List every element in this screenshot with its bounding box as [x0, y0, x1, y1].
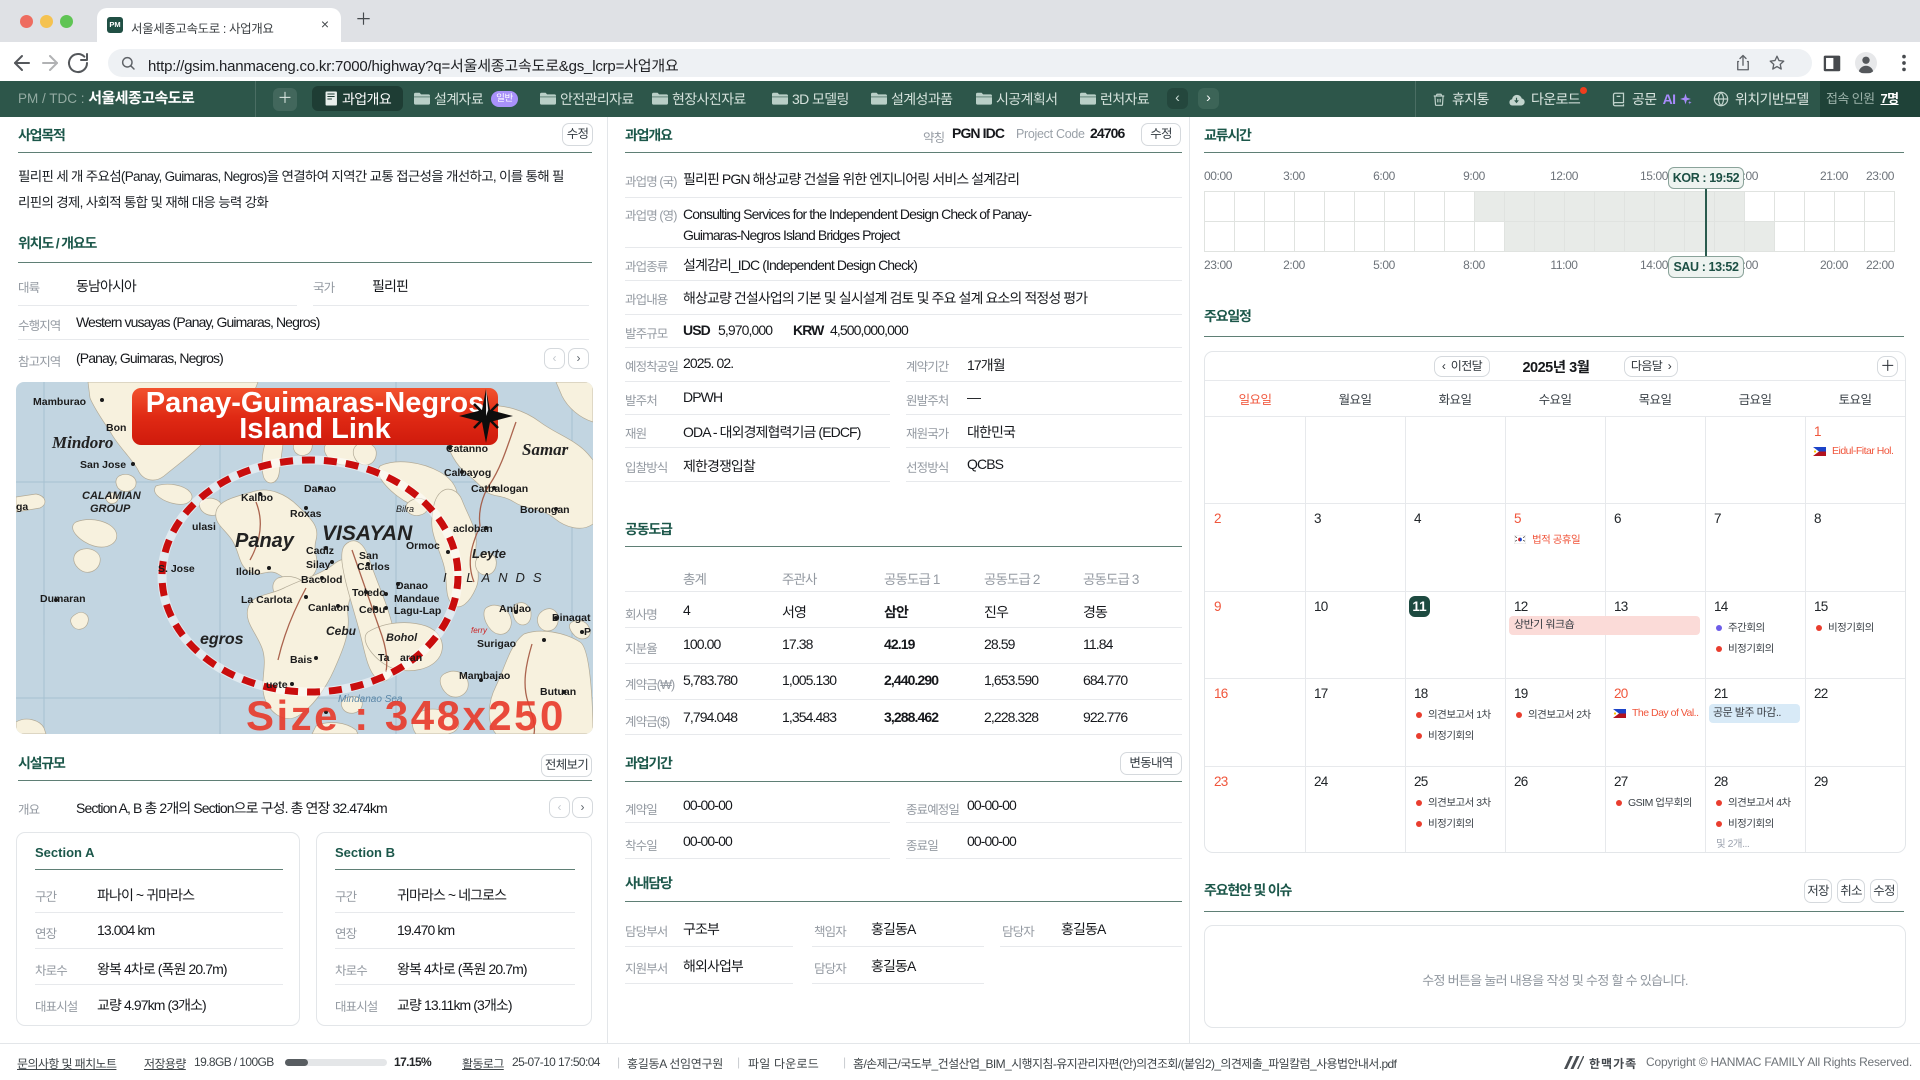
svg-text:San Jose: San Jose	[80, 459, 126, 471]
svg-text:Roxas: Roxas	[290, 508, 322, 520]
svg-text:ga: ga	[16, 501, 28, 513]
svg-text:acloban: acloban	[453, 523, 493, 535]
svg-text:Bacolod: Bacolod	[301, 574, 342, 586]
svg-text:ulasi: ulasi	[192, 521, 216, 533]
svg-text:Mamburao: Mamburao	[33, 396, 86, 408]
svg-text:Size : 348x250: Size : 348x250	[246, 692, 566, 734]
svg-text:Cebu: Cebu	[326, 624, 357, 638]
svg-text:Bohol: Bohol	[386, 632, 418, 644]
svg-text:aran: aran	[400, 652, 422, 664]
svg-text:Mindoro: Mindoro	[51, 433, 113, 452]
svg-text:P: P	[584, 626, 591, 638]
svg-text:I LANDS: I LANDS	[443, 570, 550, 585]
svg-text:VISAYAN: VISAYAN	[322, 522, 413, 545]
svg-text:uete: uete	[266, 679, 288, 691]
svg-text:Samar: Samar	[522, 440, 569, 459]
svg-text:Silay: Silay	[306, 559, 331, 571]
svg-text:Mambajao: Mambajao	[459, 670, 510, 682]
svg-text:egros: egros	[200, 631, 244, 648]
svg-text:Kalibo: Kalibo	[241, 492, 273, 504]
svg-text:La Carlota: La Carlota	[241, 594, 293, 606]
svg-text:Danao: Danao	[304, 483, 336, 495]
svg-text:Cadiz: Cadiz	[306, 545, 334, 557]
svg-text:Leyte: Leyte	[472, 546, 506, 561]
svg-text:Canlaon: Canlaon	[308, 602, 349, 614]
svg-text:Mandaue: Mandaue	[394, 593, 440, 605]
svg-text:Calbayog: Calbayog	[444, 467, 491, 479]
svg-text:CALAMIAN: CALAMIAN	[82, 490, 142, 502]
svg-text:Surigao: Surigao	[477, 638, 516, 650]
svg-text:GROUP: GROUP	[90, 503, 131, 515]
svg-text:Bilra: Bilra	[396, 504, 414, 514]
svg-text:Dinagat: Dinagat	[552, 612, 591, 624]
svg-text:Dumaran: Dumaran	[40, 593, 86, 605]
svg-text:Lagu-Lap: Lagu-Lap	[394, 605, 441, 617]
svg-text:Danao: Danao	[396, 580, 428, 592]
svg-text:Ta: Ta	[378, 652, 390, 664]
svg-text:Borongan: Borongan	[520, 504, 570, 516]
svg-text:Panay: Panay	[235, 530, 295, 552]
svg-text:ferry: ferry	[471, 626, 488, 635]
svg-text:Island Link: Island Link	[239, 413, 391, 445]
svg-text:Cebu: Cebu	[359, 604, 385, 616]
svg-text:S. Jose: S. Jose	[158, 563, 195, 575]
svg-text:Catbalogan: Catbalogan	[471, 483, 528, 495]
svg-text:Iloilo: Iloilo	[236, 566, 261, 578]
svg-text:Carlos: Carlos	[357, 561, 390, 573]
svg-text:Toledo: Toledo	[352, 587, 386, 599]
svg-text:Anilao: Anilao	[499, 603, 531, 615]
svg-text:Bais: Bais	[290, 654, 312, 666]
